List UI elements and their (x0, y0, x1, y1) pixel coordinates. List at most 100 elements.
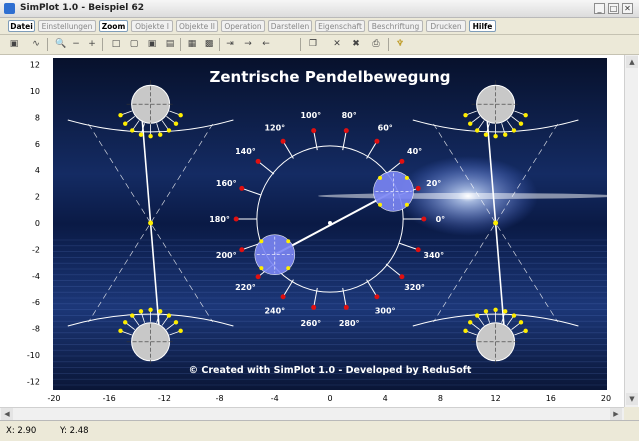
menu-datei[interactable]: Datei (8, 20, 35, 32)
menu-objekte-2[interactable]: Objekte II (176, 20, 218, 32)
square-icon[interactable]: □ (110, 38, 122, 50)
cross-icon[interactable]: ✕ (331, 38, 343, 50)
angle-label: 340° (423, 251, 444, 260)
angle-label: 40° (407, 147, 422, 156)
x-tick-label: 4 (383, 394, 388, 403)
cross2-icon[interactable]: ✖ (350, 38, 362, 50)
arrow-left-icon[interactable]: ← (260, 38, 272, 50)
x-tick-label: -8 (216, 394, 224, 403)
spoke-dot (148, 307, 153, 312)
toolbar: ▣ ∿ 🔍 − + □ ▢ ▣ ▤ ▦ ▩ ⇥ → ← ❐ ✕ ✖ ⎙ ♆ (0, 35, 639, 55)
spoke-dot (118, 112, 123, 118)
angle-label: 300° (375, 306, 396, 315)
zoom-out-icon[interactable]: − (70, 38, 82, 50)
plot-area[interactable]: Zentrische Pendelbewegung © Created with… (0, 55, 639, 407)
spoke-dot (158, 309, 163, 314)
menu-zoom[interactable]: Zoom (99, 20, 128, 32)
angle-label: 60° (378, 124, 393, 133)
spoke-dot (130, 313, 135, 318)
toolbar-separator (102, 38, 103, 51)
angle-label: 20° (426, 179, 441, 188)
bob-dot (259, 239, 264, 244)
spoke-dot (511, 128, 517, 133)
spoke-dot (463, 328, 468, 334)
angle-label: 140° (235, 147, 256, 156)
curve-icon[interactable]: ∿ (30, 38, 42, 50)
arrow-in-icon[interactable]: ⇥ (224, 38, 236, 50)
menu-objekte-1[interactable]: Objekte I (131, 20, 173, 32)
menu-darstellen[interactable]: Darstellen (268, 20, 312, 32)
x-tick-label: -20 (47, 394, 60, 403)
menu-drucken[interactable]: Drucken (426, 20, 466, 32)
spoke-dot (158, 132, 163, 137)
spoke-dot (503, 309, 508, 314)
pivot-point (493, 220, 499, 226)
y-tick-label: -12 (27, 377, 40, 386)
angle-marker (311, 304, 317, 310)
spoke-dot (518, 320, 524, 325)
vertical-scrollbar[interactable]: ▲ ▼ (624, 55, 638, 407)
menu-hilfe[interactable]: Hilfe (469, 20, 496, 32)
angle-label: 320° (404, 283, 425, 292)
print-icon[interactable]: ⎙ (370, 38, 382, 50)
spoke-dot (173, 121, 179, 126)
title-bar: SimPlot 1.0 - Beispiel 62 _ □ ✕ (0, 0, 639, 18)
bob-dot (404, 175, 409, 180)
toolbar-separator (47, 38, 48, 51)
menu-einstellungen[interactable]: Einstellungen (38, 20, 96, 32)
maximize-button[interactable]: □ (608, 3, 619, 14)
box3-icon[interactable]: ▤ (164, 38, 176, 50)
y-tick-label: -6 (32, 298, 40, 307)
center-point (328, 221, 332, 225)
hint-icon[interactable]: ♆ (394, 38, 406, 50)
y-tick-label: 2 (35, 193, 40, 202)
plot-footer: © Created with SimPlot 1.0 - Developed b… (189, 365, 472, 376)
calculator-icon[interactable]: ▣ (8, 38, 20, 50)
angle-marker (399, 158, 405, 164)
scroll-down-icon[interactable]: ▼ (626, 393, 638, 405)
spoke-dot (493, 307, 498, 312)
menu-eigenschaft[interactable]: Eigenschaft (315, 20, 365, 32)
zoom-icon[interactable]: 🔍 (55, 38, 67, 50)
y-tick-label: 12 (30, 61, 40, 70)
status-bar: X: 2.90 Y: 2.48 (0, 420, 639, 441)
y-tick-label: 0 (35, 219, 40, 228)
spoke-dot (178, 112, 183, 118)
box-icon[interactable]: ▢ (128, 38, 140, 50)
arrow-right-icon[interactable]: → (242, 38, 254, 50)
toolbar-separator (219, 38, 220, 51)
toolbar-separator (180, 38, 181, 51)
angle-label: 240° (264, 306, 285, 315)
scroll-right-icon[interactable]: ▶ (610, 408, 622, 420)
plot-canvas[interactable]: Zentrische Pendelbewegung © Created with… (0, 55, 624, 407)
angle-marker (311, 128, 317, 134)
angle-marker (343, 128, 349, 134)
spoke-dot (123, 320, 128, 325)
angle-marker (233, 216, 239, 222)
copy-icon[interactable]: ❐ (307, 38, 319, 50)
angle-label: 80° (342, 111, 357, 120)
grid-icon[interactable]: ▦ (186, 38, 198, 50)
menu-beschriftung[interactable]: Beschriftung (368, 20, 423, 32)
angle-marker (239, 185, 245, 191)
angle-marker (415, 185, 421, 191)
spoke-dot (178, 328, 183, 334)
scroll-left-icon[interactable]: ◀ (1, 408, 13, 420)
close-button[interactable]: ✕ (622, 3, 633, 14)
angle-label: 200° (216, 251, 237, 260)
bob-dot (378, 175, 383, 180)
horizontal-scrollbar[interactable]: ◀ ▶ (0, 407, 624, 420)
box2-icon[interactable]: ▣ (146, 38, 158, 50)
grid-edit-icon[interactable]: ▩ (203, 38, 215, 50)
spoke-dot (148, 134, 153, 139)
zoom-in-icon[interactable]: + (86, 38, 98, 50)
minimize-button[interactable]: _ (594, 3, 605, 14)
spoke-dot (523, 112, 528, 118)
spoke-dot (138, 309, 144, 314)
spoke-dot (468, 320, 473, 325)
menu-operation[interactable]: Operation (221, 20, 265, 32)
pivot-point (148, 220, 154, 226)
toolbar-separator (300, 38, 301, 51)
scroll-up-icon[interactable]: ▲ (626, 56, 638, 68)
bob-dot (286, 239, 291, 244)
